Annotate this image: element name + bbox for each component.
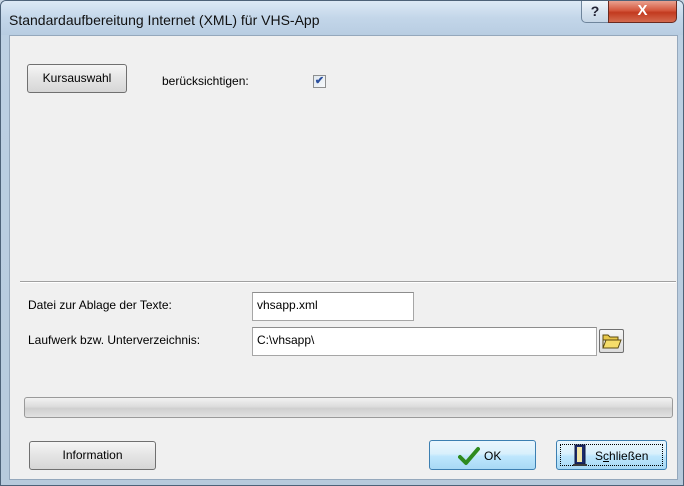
- consider-checkbox[interactable]: ✔: [313, 75, 326, 88]
- directory-value: C:\vhsapp\: [257, 333, 315, 347]
- directory-label: Laufwerk bzw. Unterverzeichnis:: [28, 333, 201, 347]
- close-dialog-button[interactable]: Schließen: [556, 440, 667, 470]
- window-title: Standardaufbereitung Internet (XML) für …: [9, 12, 320, 28]
- close-dialog-label: Schließen: [595, 449, 649, 463]
- directory-input[interactable]: C:\vhsapp\: [252, 327, 597, 356]
- window-close-button[interactable]: X: [608, 1, 677, 23]
- file-name-value: vhsapp.xml: [257, 298, 318, 312]
- title-bar: Standardaufbereitung Internet (XML) für …: [1, 1, 683, 35]
- close-icon: X: [637, 2, 648, 19]
- kursauswahl-button-label: Kursauswahl: [42, 71, 112, 85]
- section-divider: [20, 281, 676, 283]
- browse-folder-button[interactable]: [599, 329, 624, 353]
- exit-door-icon: [573, 444, 587, 466]
- checkbox-check-icon: ✔: [314, 75, 325, 87]
- progress-bar: [24, 397, 673, 418]
- file-name-input[interactable]: vhsapp.xml: [252, 292, 414, 321]
- information-button[interactable]: Information: [29, 441, 156, 470]
- kursauswahl-button[interactable]: Kursauswahl: [27, 64, 127, 93]
- dialog-window: Standardaufbereitung Internet (XML) für …: [0, 0, 684, 486]
- ok-button-label: OK: [484, 449, 502, 463]
- dialog-client-area: Kursauswahl berücksichtigen: ✔ Datei zur…: [9, 35, 678, 480]
- folder-open-icon: [602, 334, 622, 349]
- information-button-label: Information: [62, 448, 123, 462]
- file-label: Datei zur Ablage der Texte:: [28, 298, 172, 312]
- check-icon: [458, 447, 480, 465]
- consider-label: berücksichtigen:: [162, 74, 249, 88]
- help-icon: ?: [590, 3, 600, 19]
- ok-button[interactable]: OK: [429, 440, 536, 470]
- help-button[interactable]: ?: [581, 1, 609, 23]
